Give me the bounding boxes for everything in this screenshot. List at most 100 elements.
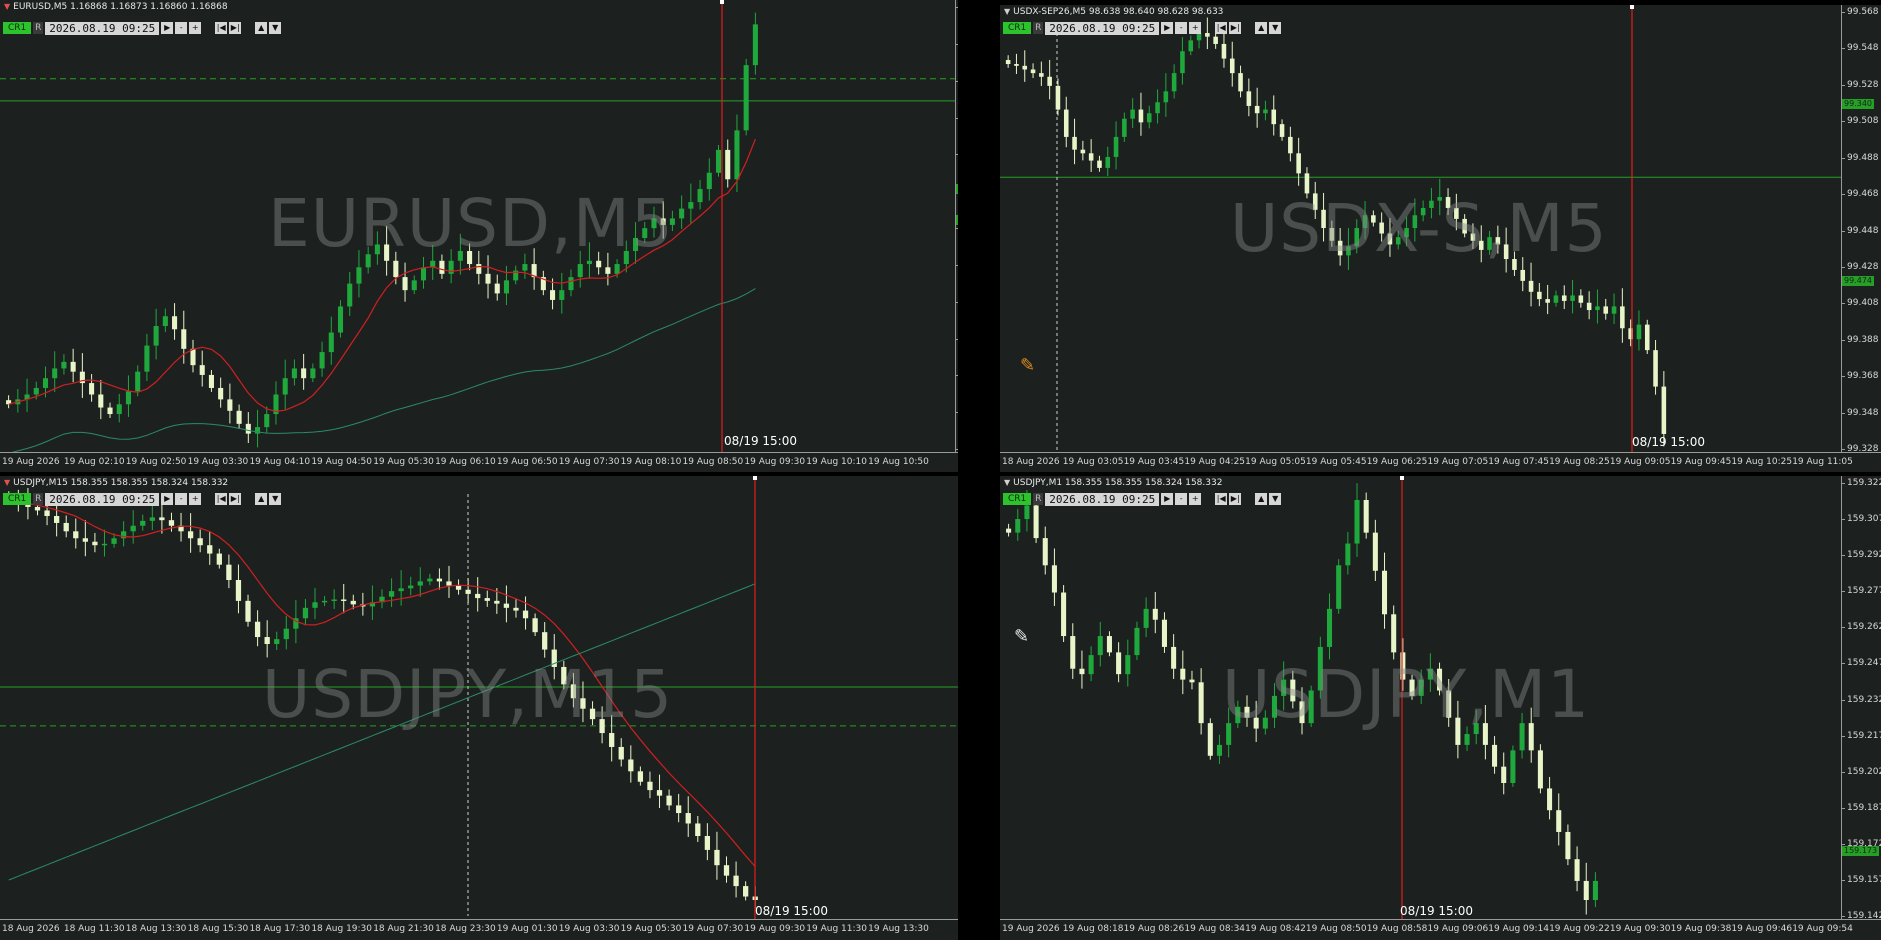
r-button[interactable]: R [1033, 493, 1044, 505]
collapse-icon[interactable]: ▼ [1004, 7, 1010, 16]
time-axis[interactable]: 19 Aug 2026 19 Aug 08:18 19 Aug 08:26 19 Au… [1000, 919, 1881, 940]
candle [1326, 593, 1333, 660]
first-button[interactable]: |◀ [215, 22, 228, 34]
time-axis[interactable]: 19 Aug 2026 19 Aug 02:10 19 Aug 02:50 19 Au… [0, 452, 958, 472]
price-tag: 99.474 [1842, 276, 1874, 287]
datetime-field[interactable]: 2026.08.19 09:25 [45, 492, 160, 506]
minus-button[interactable]: - [175, 493, 188, 505]
candle [1254, 87, 1260, 128]
candle [273, 381, 279, 425]
candle [1146, 105, 1152, 129]
up-button[interactable]: ▲ [255, 493, 268, 505]
candle [1583, 862, 1589, 915]
minus-button[interactable]: - [175, 22, 188, 34]
down-button[interactable]: ▼ [1269, 22, 1282, 34]
up-button[interactable]: ▲ [255, 22, 268, 34]
candle [1180, 37, 1185, 85]
down-button[interactable]: ▼ [1269, 493, 1282, 505]
candle [1565, 824, 1571, 866]
price-axis-label: 99.468 [1841, 189, 1879, 200]
datetime-field[interactable]: 2026.08.19 09:25 [1045, 21, 1160, 35]
price-axis-label: 99.408 [1841, 298, 1879, 309]
candle [1592, 872, 1598, 908]
candle [98, 380, 104, 420]
time-axis-label: 19 Aug 03:30 [187, 457, 249, 467]
plus-button[interactable]: + [1189, 493, 1202, 505]
time-axis-label: 19 Aug 2026 [1002, 924, 1060, 934]
vline-time-label: 08/19 15:00 [1632, 435, 1705, 449]
candle [1586, 291, 1592, 320]
last-button[interactable]: ▶| [229, 493, 242, 505]
candle [1006, 523, 1012, 537]
cr1-button[interactable]: CR1 [3, 22, 32, 34]
datetime-field[interactable]: 2026.08.19 09:25 [1045, 492, 1160, 506]
play-button[interactable]: ▶ [1161, 22, 1174, 34]
candle [688, 183, 694, 224]
first-button[interactable]: |◀ [1215, 493, 1228, 505]
plus-button[interactable]: + [189, 493, 202, 505]
minus-button[interactable]: - [1175, 493, 1188, 505]
collapse-icon[interactable]: ▼ [1004, 478, 1010, 487]
pencil-tool-icon[interactable]: ✎ [1020, 355, 1035, 376]
replay-toolbar: CR1 R 2026.08.19 09:25 ▶ - + |◀ ▶| ▲ ▼ [1003, 492, 1282, 506]
candle [475, 577, 481, 612]
chart-eurusd-m5[interactable]: EURUSD,M5 ▼ EURUSD,M5 1.16868 1.16873 1.1… [0, 0, 958, 472]
time-axis-label: 19 Aug 08:58 [1366, 924, 1428, 934]
price-tag: 99.340 [1842, 98, 1874, 109]
price-axis[interactable] [955, 0, 958, 452]
time-axis[interactable]: 18 Aug 2026 18 Aug 11:30 18 Aug 13:30 18 Au… [0, 919, 958, 940]
candle [1047, 59, 1052, 100]
time-axis[interactable]: 18 Aug 2026 19 Aug 03:05 19 Aug 03:45 19 Au… [1000, 452, 1881, 472]
r-button[interactable]: R [33, 493, 44, 505]
minus-button[interactable]: - [1175, 22, 1188, 34]
candle [1574, 846, 1580, 892]
play-button[interactable]: ▶ [161, 22, 174, 34]
down-button[interactable]: ▼ [269, 22, 282, 34]
collapse-icon[interactable]: ▼ [4, 2, 10, 11]
candle [79, 353, 85, 398]
symbol-info: ▼ USDJPY,M15 158.355 158.355 158.324 158.… [4, 478, 229, 488]
candle [1014, 53, 1019, 74]
last-button[interactable]: ▶| [229, 22, 242, 34]
up-button[interactable]: ▲ [1255, 22, 1268, 34]
down-button[interactable]: ▼ [269, 493, 282, 505]
chart-usdx-m5[interactable]: USDX-S,M5 ▼ USDX-SEP26,M5 98.638 98.640 9… [1000, 5, 1881, 472]
candle [1221, 32, 1227, 68]
candle [637, 766, 644, 786]
last-button[interactable]: ▶| [1229, 22, 1242, 34]
price-axis-label: 159.142 [1840, 911, 1881, 921]
first-button[interactable]: |◀ [1215, 22, 1228, 34]
plus-button[interactable]: + [1189, 22, 1202, 34]
play-button[interactable]: ▶ [161, 493, 174, 505]
candle [218, 377, 224, 408]
datetime-field[interactable]: 2026.08.19 09:25 [45, 21, 160, 35]
r-button[interactable]: R [33, 22, 44, 34]
plus-button[interactable]: + [189, 22, 202, 34]
time-marker-handle [1630, 5, 1634, 9]
candle [1138, 92, 1144, 136]
candle [436, 568, 443, 590]
chart-usdjpy-m15[interactable]: USDJPY,M15 ▼ USDJPY,M15 158.355 158.355 1… [0, 476, 958, 940]
play-button[interactable]: ▶ [1161, 493, 1174, 505]
candle [513, 599, 519, 618]
time-axis-label: 19 Aug 08:50 [1305, 924, 1367, 934]
time-axis-label: 18 Aug 11:30 [63, 924, 125, 934]
candle [679, 195, 685, 229]
chart-usdjpy-m1[interactable]: USDJPY,M1 ▼ USDJPY,M1 158.355 158.355 158… [1000, 476, 1881, 940]
time-axis-label: 19 Aug 09:14 [1488, 924, 1549, 934]
cr1-button[interactable]: CR1 [3, 493, 32, 505]
r-button[interactable]: R [1033, 22, 1044, 34]
symbol-watermark: USDX-S,M5 [1230, 190, 1608, 267]
last-button[interactable]: ▶| [1229, 493, 1242, 505]
pencil-tool-icon[interactable]: ✎ [1014, 626, 1029, 647]
collapse-icon[interactable]: ▼ [4, 478, 10, 487]
time-axis-label: 19 Aug 05:05 [1245, 457, 1306, 467]
cr1-button[interactable]: CR1 [1003, 22, 1032, 34]
candle [1061, 585, 1067, 643]
cr1-button[interactable]: CR1 [1003, 493, 1032, 505]
up-button[interactable]: ▲ [1255, 493, 1268, 505]
candle [1161, 612, 1167, 653]
price-axis-label: 99.448 [1841, 225, 1879, 236]
candle [1492, 736, 1498, 774]
first-button[interactable]: |◀ [215, 493, 228, 505]
